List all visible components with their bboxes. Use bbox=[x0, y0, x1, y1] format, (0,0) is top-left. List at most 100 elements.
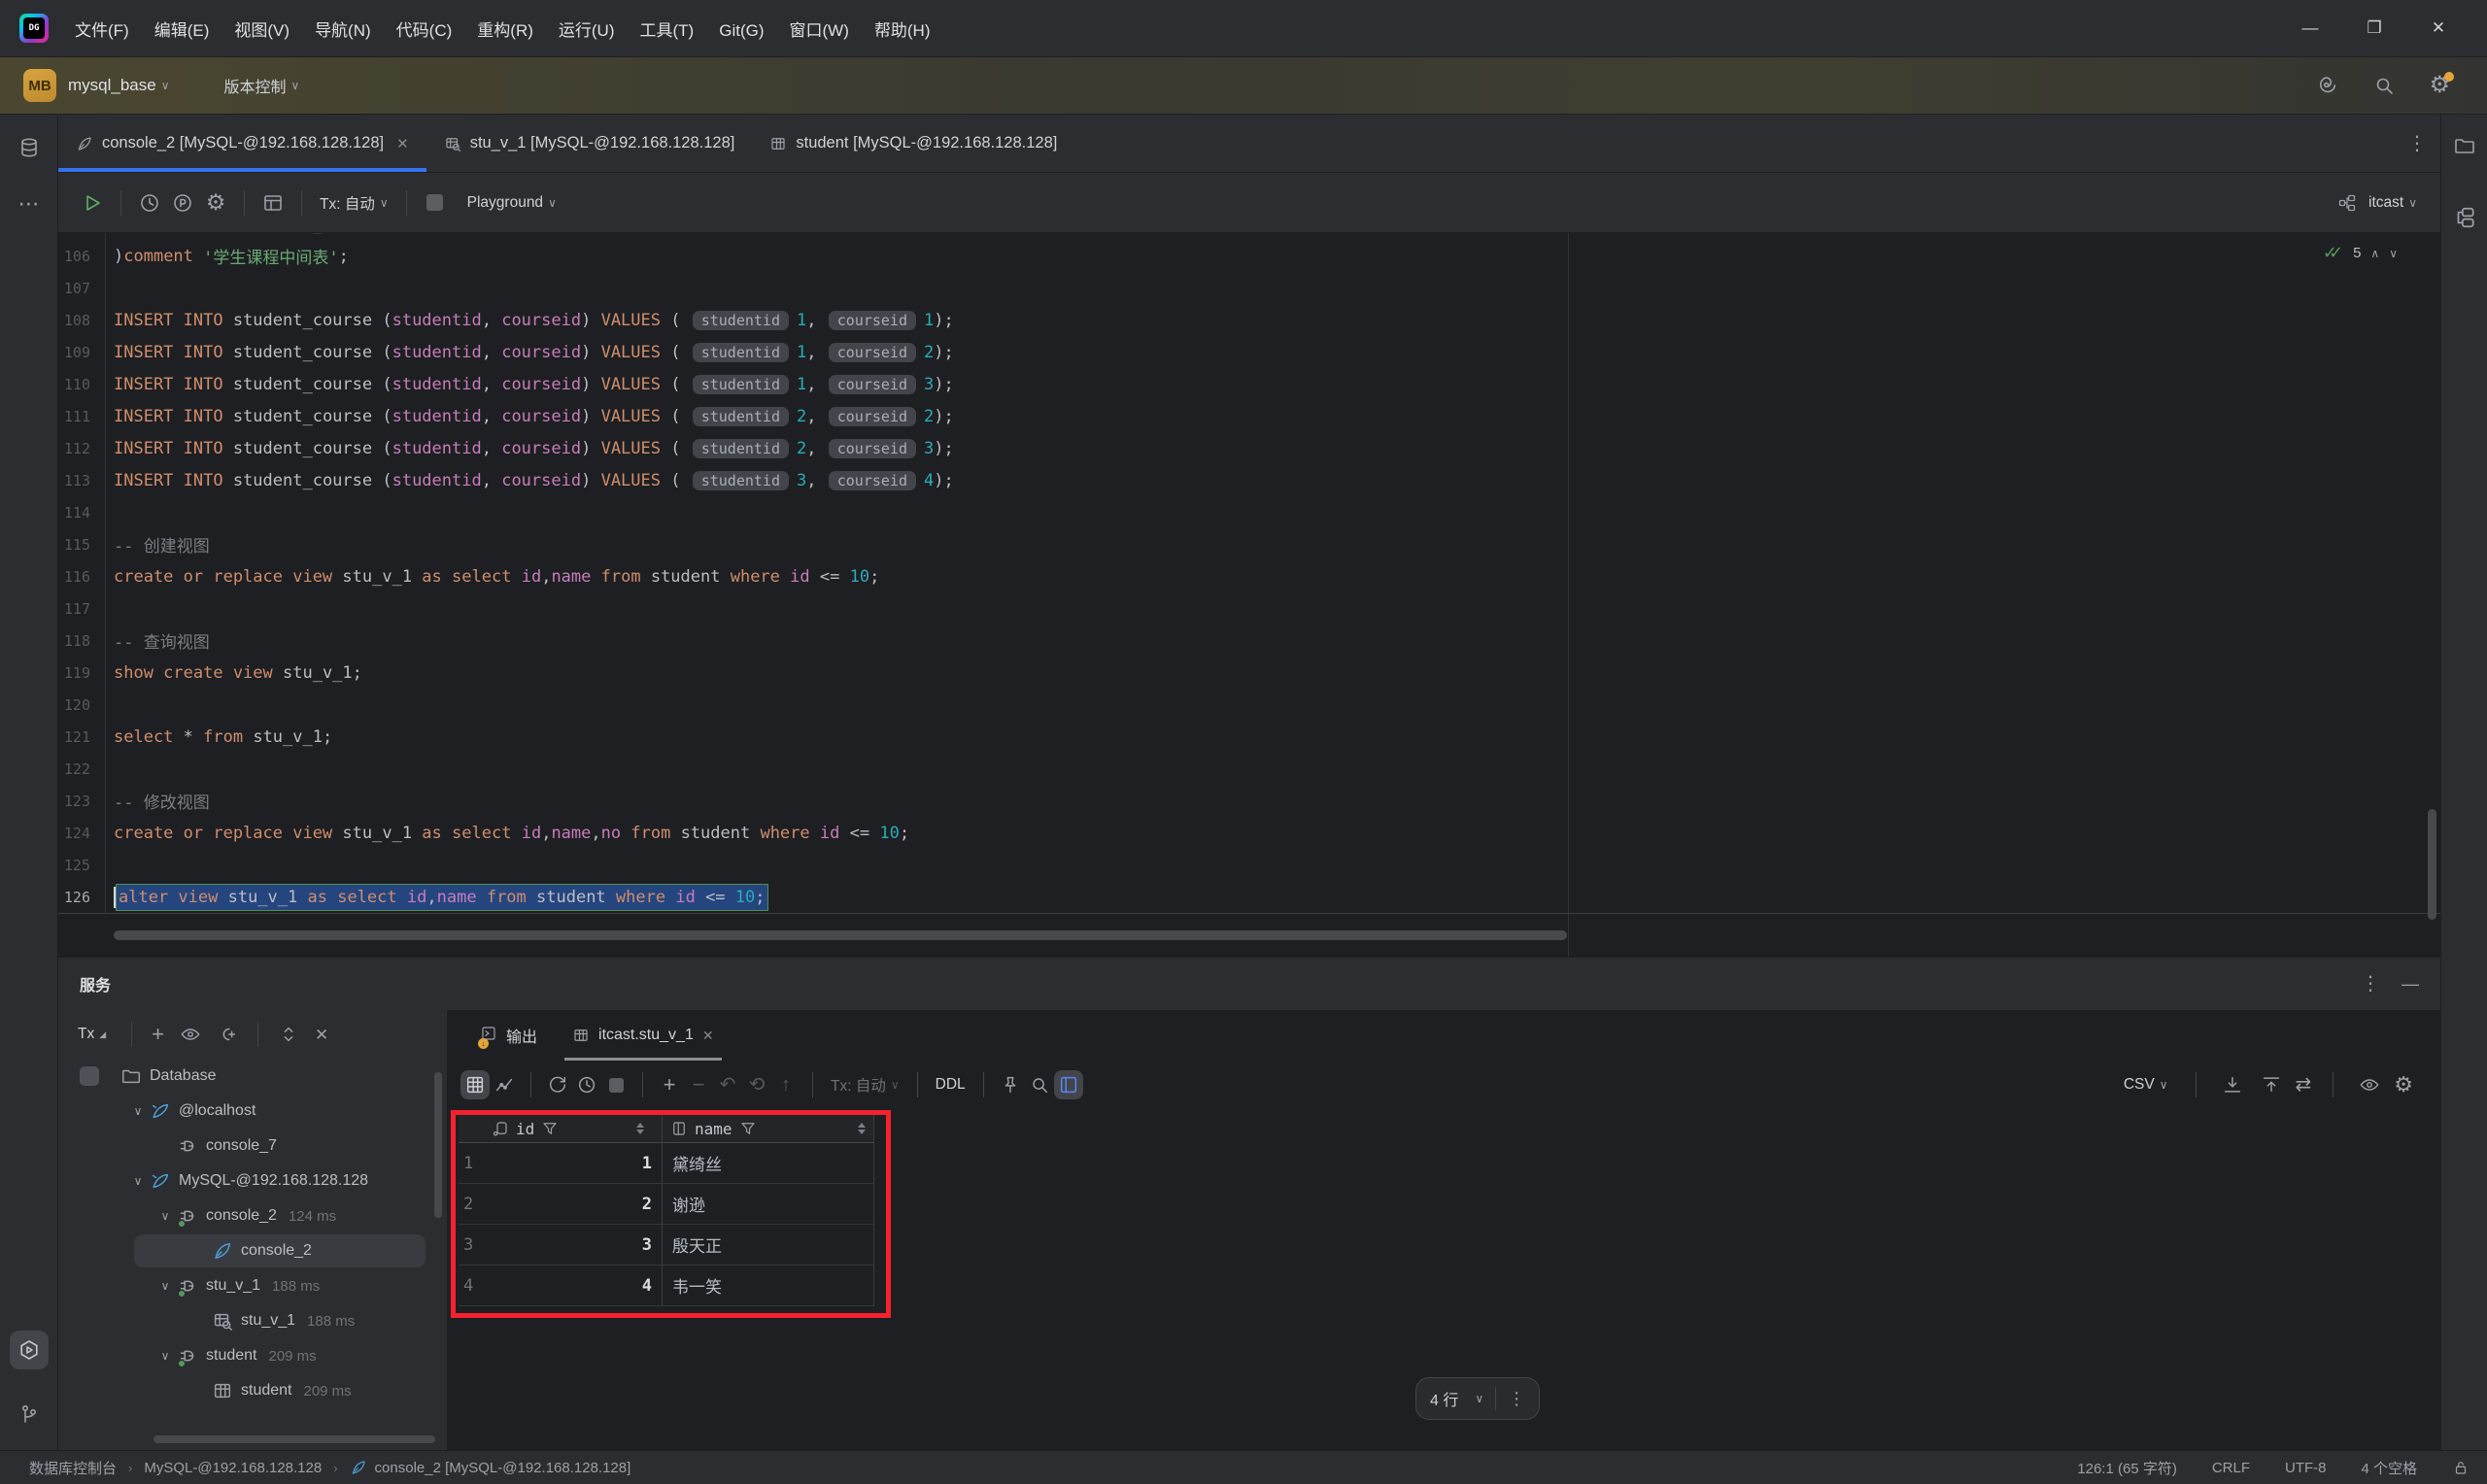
menu-item-1[interactable]: 编辑(E) bbox=[142, 15, 222, 47]
minimize-button[interactable]: — bbox=[2289, 18, 2332, 38]
chevron-down-icon[interactable]: ∨ bbox=[153, 1209, 177, 1223]
tx-mode-select[interactable]: Tx: 自动∨ bbox=[314, 192, 394, 214]
services-toolwindow-icon[interactable] bbox=[10, 1331, 49, 1369]
indent-style[interactable]: 4 个空格 bbox=[2361, 1458, 2417, 1478]
editor-tab-0[interactable]: console_2 [MySQL-@192.168.128.128]✕ bbox=[58, 115, 426, 172]
tree-row-console_2[interactable]: console_2 bbox=[58, 1233, 447, 1268]
result-tab-1[interactable]: itcast.stu_v_1✕ bbox=[559, 1010, 728, 1061]
more-tool-windows-icon[interactable]: ⋯ bbox=[10, 185, 49, 223]
menu-item-3[interactable]: 导航(N) bbox=[302, 15, 384, 47]
grid-view-icon[interactable] bbox=[460, 1070, 490, 1099]
export-format-select[interactable]: CSV∨ bbox=[2118, 1076, 2174, 1094]
line-separator[interactable]: CRLF bbox=[2212, 1460, 2250, 1476]
prev-result-icon[interactable]: ∧ bbox=[2370, 247, 2379, 260]
editor-horizontal-scrollbar[interactable] bbox=[114, 930, 1567, 940]
pin-tab-icon[interactable] bbox=[996, 1070, 1025, 1099]
menu-item-0[interactable]: 文件(F) bbox=[62, 15, 142, 47]
run-button[interactable] bbox=[76, 186, 109, 219]
files-toolwindow-icon[interactable] bbox=[2447, 128, 2482, 163]
tree-row-@localhost[interactable]: ∨@localhost bbox=[58, 1094, 447, 1129]
new-console-icon[interactable] bbox=[217, 1024, 238, 1045]
view-options-eye-icon[interactable] bbox=[180, 1024, 201, 1045]
sql-editor[interactable]: 105create table student_course(106)comme… bbox=[58, 233, 2440, 957]
chevron-down-icon[interactable]: ∨ bbox=[153, 1279, 177, 1293]
tx-switch[interactable]: Tx◢ bbox=[72, 1026, 112, 1043]
ai-assistant-icon[interactable] bbox=[2316, 74, 2339, 97]
auto-refresh-clock-icon[interactable] bbox=[572, 1070, 601, 1099]
add-row-icon[interactable]: + bbox=[655, 1074, 684, 1096]
export-icon[interactable] bbox=[2257, 1070, 2286, 1099]
expand-all-icon[interactable] bbox=[278, 1024, 299, 1045]
find-icon[interactable] bbox=[1025, 1070, 1054, 1099]
file-encoding[interactable]: UTF-8 bbox=[2285, 1460, 2327, 1476]
grid-tx-mode[interactable]: Tx: 自动∨ bbox=[825, 1074, 905, 1096]
editor-tab-1[interactable]: stu_v_1 [MySQL-@192.168.128.128] bbox=[426, 115, 753, 172]
database-explorer-icon[interactable] bbox=[10, 128, 49, 167]
close-button[interactable]: ✕ bbox=[2417, 18, 2460, 38]
history-icon[interactable] bbox=[133, 186, 166, 219]
panel-options-icon[interactable]: ⋮ bbox=[2361, 974, 2380, 994]
gear-icon[interactable]: ⚙ bbox=[199, 186, 232, 219]
breadcrumb-item-1[interactable]: MySQL-@192.168.128.128 bbox=[144, 1460, 322, 1476]
tree-row-stu_v_1[interactable]: stu_v_1188 ms bbox=[58, 1303, 447, 1338]
playground-select[interactable]: Playground∨ bbox=[461, 194, 562, 212]
result-tab-0[interactable]: ↓输出 bbox=[466, 1010, 551, 1061]
tree-row-student[interactable]: ∨student209 ms bbox=[58, 1338, 447, 1373]
editor-vertical-scrollbar[interactable] bbox=[2428, 809, 2436, 920]
tree-row-Database[interactable]: Database bbox=[58, 1059, 447, 1094]
add-icon[interactable]: + bbox=[152, 1024, 164, 1045]
datagrip-logo-icon[interactable]: DG bbox=[19, 14, 49, 43]
unlock-icon[interactable] bbox=[2452, 1459, 2470, 1476]
settings-gear-icon[interactable]: ⚙ bbox=[2429, 74, 2450, 97]
menu-item-6[interactable]: 运行(U) bbox=[546, 15, 628, 47]
tree-row-console_2[interactable]: ∨console_2124 ms bbox=[58, 1198, 447, 1233]
menu-item-7[interactable]: 工具(T) bbox=[628, 15, 707, 47]
upload-changes-icon[interactable]: ↑ bbox=[771, 1075, 801, 1095]
view-eye-icon[interactable] bbox=[2355, 1070, 2384, 1099]
tree-row-console_7[interactable]: console_7 bbox=[58, 1129, 447, 1164]
schema-select[interactable]: itcast∨ bbox=[2363, 194, 2423, 212]
project-switcher[interactable]: mysql_base ∨ bbox=[56, 76, 170, 95]
pill-more-icon[interactable]: ⋮ bbox=[1508, 1390, 1525, 1407]
stop-button[interactable] bbox=[419, 186, 452, 219]
stop-refresh-button[interactable] bbox=[601, 1070, 630, 1099]
breadcrumb-item-2[interactable]: console_2 [MySQL-@192.168.128.128] bbox=[350, 1459, 631, 1476]
filter-panel-icon[interactable] bbox=[1054, 1070, 1083, 1099]
grid-settings-gear-icon[interactable]: ⚙ bbox=[2394, 1074, 2413, 1096]
caret-position[interactable]: 126:1 (65 字符) bbox=[2077, 1458, 2177, 1478]
profile-icon[interactable] bbox=[166, 186, 199, 219]
delete-row-icon[interactable]: − bbox=[684, 1074, 713, 1096]
tree-horizontal-scrollbar[interactable] bbox=[153, 1435, 435, 1443]
tree-vertical-scrollbar[interactable] bbox=[434, 1072, 442, 1218]
menu-item-9[interactable]: 窗口(W) bbox=[777, 15, 862, 47]
ddl-button[interactable]: DDL bbox=[930, 1076, 971, 1094]
submit-reload-icon[interactable]: ⟲ bbox=[742, 1075, 771, 1095]
menu-item-2[interactable]: 视图(V) bbox=[221, 15, 302, 47]
project-icon[interactable]: MB bbox=[23, 69, 56, 102]
git-branch-icon[interactable] bbox=[10, 1395, 49, 1433]
structure-toolwindow-icon[interactable] bbox=[2447, 200, 2482, 235]
menu-item-8[interactable]: Git(G) bbox=[706, 15, 776, 47]
collapse-all-icon[interactable]: ✕ bbox=[315, 1027, 328, 1043]
refresh-icon[interactable] bbox=[543, 1070, 572, 1099]
close-tab-icon[interactable]: ✕ bbox=[396, 135, 409, 152]
search-everywhere-icon[interactable] bbox=[2372, 74, 2396, 97]
import-icon[interactable] bbox=[2218, 1070, 2247, 1099]
menu-item-4[interactable]: 代码(C) bbox=[384, 15, 465, 47]
chevron-down-icon[interactable]: ∨ bbox=[153, 1349, 177, 1363]
compare-icon[interactable]: ⇄ bbox=[2296, 1075, 2312, 1095]
tree-row-stu_v_1[interactable]: ∨stu_v_1188 ms bbox=[58, 1268, 447, 1303]
chart-view-icon[interactable] bbox=[490, 1070, 519, 1099]
menu-item-5[interactable]: 重构(R) bbox=[464, 15, 546, 47]
more-options-icon[interactable]: ⋮ bbox=[2407, 134, 2427, 153]
vcs-widget[interactable]: 版本控制 ∨ bbox=[224, 74, 300, 97]
tree-row-student[interactable]: student209 ms bbox=[58, 1373, 447, 1408]
tree-row-MySQL-@192.168.128.128[interactable]: ∨MySQL-@192.168.128.128 bbox=[58, 1164, 447, 1198]
maximize-button[interactable]: ❐ bbox=[2353, 18, 2396, 38]
close-tab-icon[interactable]: ✕ bbox=[702, 1028, 714, 1044]
chevron-down-icon[interactable]: ∨ bbox=[126, 1174, 150, 1188]
chevron-down-icon[interactable]: ∨ bbox=[126, 1104, 150, 1118]
next-result-icon[interactable]: ∨ bbox=[2389, 247, 2398, 260]
in-editor-results-icon[interactable] bbox=[256, 186, 290, 219]
revert-icon[interactable]: ↶ bbox=[713, 1075, 742, 1095]
